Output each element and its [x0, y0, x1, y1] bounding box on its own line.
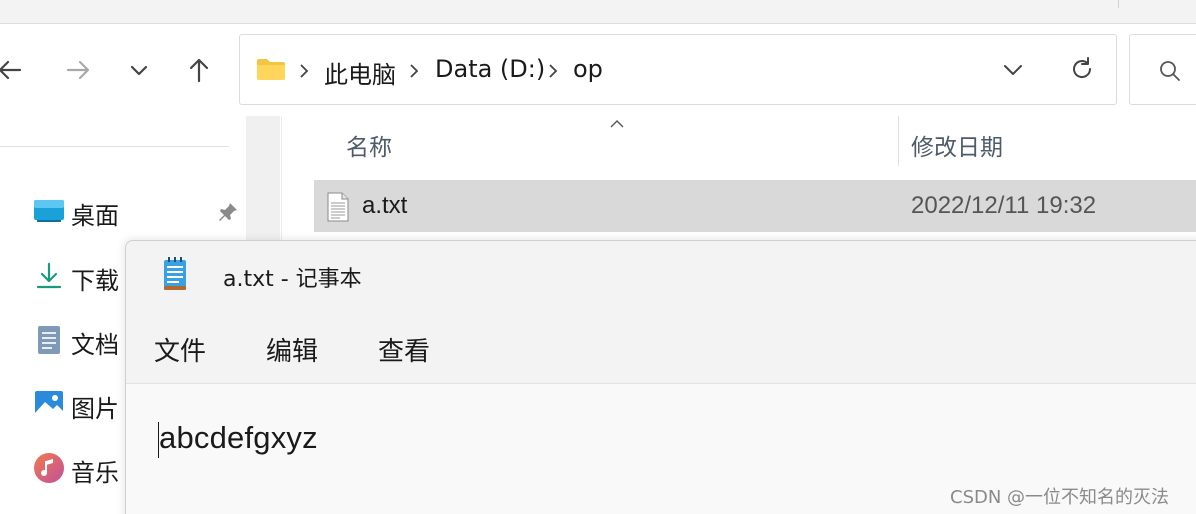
menu-edit[interactable]: 编辑: [266, 331, 318, 368]
sidebar-item-desktop[interactable]: 桌面: [33, 193, 119, 233]
sidebar-item-downloads[interactable]: 下载: [33, 258, 119, 298]
music-icon: [33, 452, 65, 489]
notepad-window[interactable]: a.txt - 记事本 文件 编辑 查看 abcdefgxyz: [125, 240, 1196, 514]
document-icon: [33, 324, 65, 361]
sidebar-item-label: 桌面: [71, 201, 119, 230]
sidebar-item-label: 图片: [71, 394, 119, 423]
sidebar-divider: [0, 146, 229, 147]
search-icon: [1158, 59, 1182, 88]
up-arrow-icon: [185, 56, 213, 84]
editor-content: abcdefgxyz: [159, 420, 318, 455]
notepad-icon: [162, 257, 188, 296]
pane-divider: [281, 116, 282, 246]
sidebar-scrollbar[interactable]: [246, 116, 280, 246]
column-header-modified[interactable]: 修改日期: [911, 128, 1003, 162]
breadcrumb-op-folder[interactable]: op: [573, 55, 603, 83]
breadcrumb-chevron-icon: [408, 63, 420, 84]
breadcrumb-chevron-icon: [547, 63, 559, 84]
sidebar-item-label: 文档: [71, 330, 119, 359]
desktop-icon: [33, 198, 65, 229]
menu-view[interactable]: 查看: [378, 331, 430, 368]
sidebar-item-music[interactable]: 音乐: [33, 450, 119, 490]
back-button[interactable]: [0, 52, 28, 88]
refresh-icon[interactable]: [1068, 55, 1096, 88]
address-dropdown-icon[interactable]: [1002, 59, 1024, 86]
column-divider[interactable]: [898, 116, 899, 166]
forward-button[interactable]: [60, 52, 96, 88]
menu-file[interactable]: 文件: [154, 331, 206, 368]
forward-arrow-icon: [64, 56, 92, 84]
download-icon: [33, 261, 65, 296]
column-header-name[interactable]: 名称: [346, 128, 392, 162]
folder-icon: [256, 57, 286, 86]
search-box[interactable]: [1129, 34, 1196, 105]
picture-icon: [33, 389, 65, 424]
text-file-icon: [326, 192, 350, 227]
address-bar[interactable]: 此电脑 Data (D:) op: [239, 34, 1117, 105]
watermark: CSDN @一位不知名的灭法: [950, 487, 1170, 508]
breadcrumb-chevron-icon: [298, 63, 310, 84]
explorer-top-strip: [0, 0, 1196, 24]
window-title: a.txt - 记事本: [223, 267, 362, 292]
sidebar-item-pictures[interactable]: 图片: [33, 386, 119, 426]
sidebar-item-documents[interactable]: 文档: [33, 322, 119, 362]
sort-ascending-icon: [609, 116, 625, 134]
back-arrow-icon: [0, 56, 24, 84]
up-button[interactable]: [181, 52, 217, 88]
file-name: a.txt: [362, 192, 408, 219]
pin-icon[interactable]: [216, 200, 240, 229]
sidebar-item-label: 下载: [71, 266, 119, 295]
sidebar-item-label: 音乐: [71, 458, 119, 487]
breadcrumb-data-drive[interactable]: Data (D:): [435, 55, 545, 83]
chevron-down-icon: [128, 59, 150, 81]
title-separator: [1118, 0, 1119, 8]
breadcrumb-this-pc[interactable]: 此电脑: [324, 55, 396, 90]
recent-locations-button[interactable]: [121, 52, 157, 88]
file-modified-date: 2022/12/11 19:32: [911, 192, 1097, 219]
table-row[interactable]: a.txt 2022/12/11 19:32: [314, 180, 1196, 232]
